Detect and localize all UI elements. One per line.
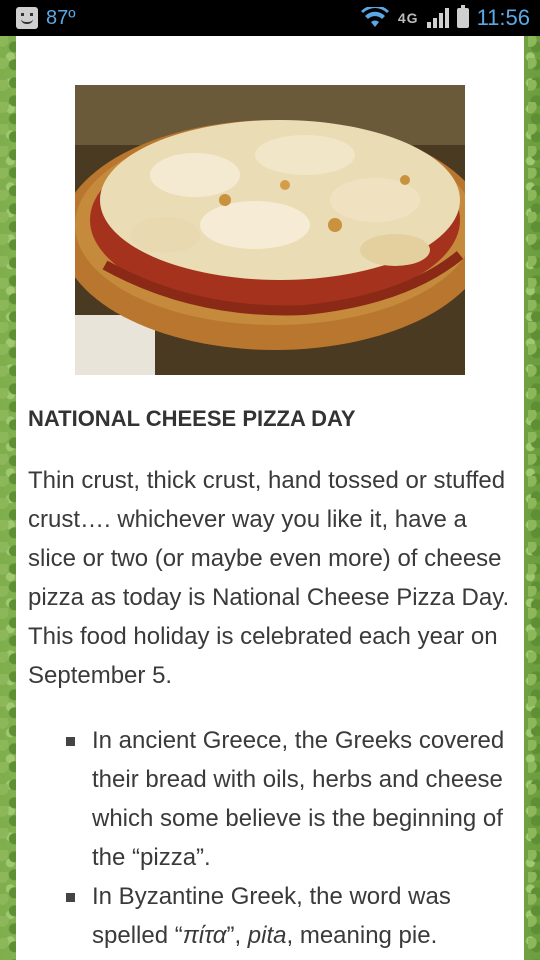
signal-strength-icon <box>426 8 449 28</box>
list-item: In ancient Greece, the Greeks covered th… <box>28 721 512 877</box>
clock-time: 11:56 <box>476 5 530 30</box>
bullet-icon <box>66 893 75 902</box>
italic-word: pita <box>247 922 287 949</box>
notification-app-icon <box>16 7 38 29</box>
wifi-icon <box>360 7 389 27</box>
fact-text-end: , meaning pie. <box>286 922 438 949</box>
bullet-icon <box>66 737 75 746</box>
temperature-readout: 87º <box>46 6 76 29</box>
list-item: In Byzantine Greek, the word was spelled… <box>28 877 512 955</box>
fact-text: In ancient Greece, the Greeks covered th… <box>92 727 505 871</box>
status-bar: 87º 4G 11:56 <box>0 0 540 36</box>
fact-list: In ancient Greece, the Greeks covered th… <box>28 721 512 955</box>
battery-icon <box>456 5 469 28</box>
article-paragraph: Thin crust, thick crust, hand tossed or … <box>28 467 510 689</box>
network-type-label: 4G <box>397 10 419 26</box>
article-title: NATIONAL CHEESE PIZZA DAY <box>28 406 356 431</box>
article-card: NATIONAL CHEESE PIZZA DAY Thin crust, th… <box>16 36 524 960</box>
greek-word: πίτα <box>182 922 227 949</box>
fact-text-mid: ”, <box>226 922 248 949</box>
cheese-pizza-image <box>75 85 465 375</box>
